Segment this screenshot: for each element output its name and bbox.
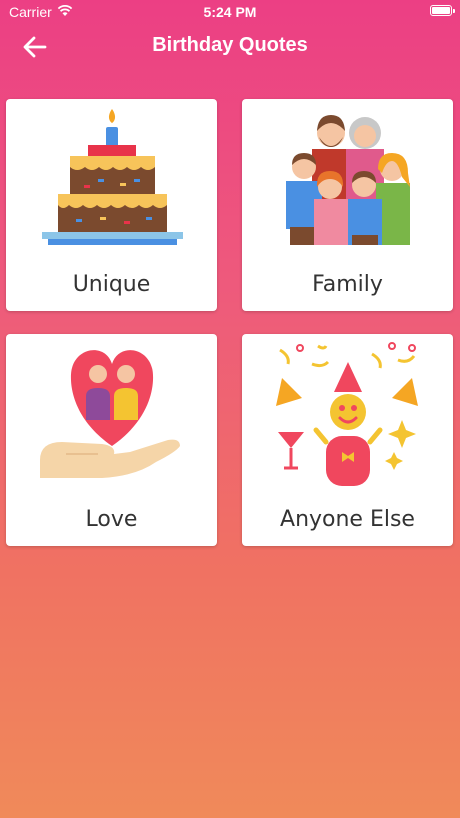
card-label: Family: [312, 272, 383, 297]
card-label: Love: [85, 507, 138, 532]
birthday-cake-icon: [42, 109, 183, 245]
status-time: 5:24 PM: [203, 4, 257, 20]
card-label: Unique: [72, 272, 151, 297]
heart-couple-hand-icon: [40, 350, 180, 478]
status-bar: Carrier 5:24 PM: [0, 0, 460, 24]
party-icon: [276, 342, 418, 486]
navigation-bar: Birthday Quotes: [0, 28, 460, 66]
category-card-love[interactable]: Love: [6, 334, 217, 546]
card-label: Anyone Else: [280, 507, 415, 532]
page-title: Birthday Quotes: [152, 34, 308, 56]
battery-icon: [430, 5, 455, 16]
family-icon: [286, 115, 410, 245]
category-card-unique[interactable]: Unique: [6, 99, 217, 311]
category-card-anyone-else[interactable]: Anyone Else: [242, 334, 453, 546]
category-card-family[interactable]: Family: [242, 99, 453, 311]
